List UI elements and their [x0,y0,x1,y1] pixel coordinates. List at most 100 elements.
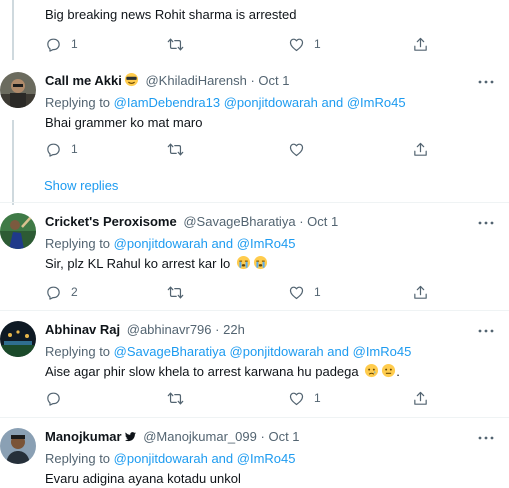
mention-link[interactable]: @SavageBharatiya [114,344,226,359]
tweet[interactable]: Abhinav Raj @abhinavr796 · 22h Replying … [0,311,509,417]
more-icon [478,436,494,440]
retweet-icon [167,141,184,158]
more-button[interactable] [477,77,495,87]
retweet-button[interactable] [167,34,193,54]
avatar[interactable] [0,72,36,108]
loudly-crying-emoji-icon [236,255,251,274]
replying-to: Replying to @ponjitdowarah and @ImRo45 [45,450,296,467]
reply-icon [45,390,62,407]
like-count: 1 [314,391,321,405]
loudly-crying-emoji-icon [253,255,268,274]
tweet[interactable]: Call me Akki @KhiladiHarensh · Oct 1 Rep… [0,62,509,202]
username[interactable]: @abhinavr796 [127,322,212,337]
timestamp[interactable]: Oct 1 [268,429,299,444]
more-button[interactable] [477,433,495,443]
like-button[interactable]: 1 [288,282,321,302]
tweet-text: Big breaking news Rohit sharma is arrest… [45,7,297,22]
separator-dot: · [260,429,265,444]
mention-link[interactable]: @ImRo45 [353,344,412,359]
share-button[interactable] [412,388,429,408]
reply-count: 1 [71,142,78,156]
mention-link[interactable]: @ponjitdowarah [230,344,324,359]
share-button[interactable] [412,282,429,302]
mention-link[interactable]: @ponjitdowarah [224,95,318,110]
more-icon [478,221,494,225]
mention-and[interactable]: and [211,236,233,251]
tweet-actions: 2 1 [45,282,435,302]
tweet[interactable]: Cricket's Peroxisome @SavageBharatiya · … [0,203,509,310]
mention-and[interactable]: and [327,344,349,359]
username[interactable]: @Manojkumar_099 [143,429,257,444]
tweet-text: Evaru adigina ayana kotadu unkol [45,471,241,486]
show-replies-link[interactable]: Show replies [44,178,118,193]
tweet[interactable]: Manojkumar @Manojkumar_099 · Oct 1 Reply… [0,418,509,488]
tweet[interactable]: Big breaking news Rohit sharma is arrest… [0,0,509,62]
avatar[interactable] [0,321,36,357]
reply-count: 2 [71,285,78,299]
display-name[interactable]: Abhinav Raj [45,322,120,337]
reply-button[interactable]: 1 [45,34,78,54]
mention-link[interactable]: @ponjitdowarah [114,236,208,251]
heart-icon [288,284,305,301]
username[interactable]: @SavageBharatiya [183,214,295,229]
share-icon [412,36,429,53]
tweet-actions: 1 1 [45,34,435,54]
neutral-face-emoji-icon [381,363,396,382]
like-count: 1 [314,285,321,299]
tweet-text-suffix: . [396,364,400,379]
reply-button[interactable] [45,388,71,408]
share-button[interactable] [412,34,429,54]
reply-button[interactable]: 1 [45,139,78,159]
tweet-text: Bhai grammer ko mat maro [45,115,203,130]
like-count: 1 [314,37,321,51]
tweet-header: Cricket's Peroxisome @SavageBharatiya · … [45,213,338,230]
avatar[interactable] [0,428,36,464]
like-button[interactable]: 1 [288,34,321,54]
mention-and[interactable]: and [211,451,233,466]
like-button[interactable] [288,139,314,159]
timestamp[interactable]: Oct 1 [258,73,289,88]
reply-button[interactable]: 2 [45,282,78,302]
display-name[interactable]: Call me Akki [45,73,122,88]
more-icon [478,80,494,84]
share-icon [412,390,429,407]
avatar[interactable] [0,213,36,249]
separator-dot: · [299,214,304,229]
replying-to-label: Replying to [45,236,111,251]
replying-to-label: Replying to [45,344,111,359]
more-button[interactable] [477,326,495,336]
retweet-button[interactable] [167,282,193,302]
tweet-text-content: Aise agar phir slow khela to arrest karw… [45,364,359,379]
timestamp[interactable]: 22h [223,322,245,337]
mention-link[interactable]: @IamDebendra13 [114,95,220,110]
tweet-header: Manojkumar @Manojkumar_099 · Oct 1 [45,428,300,447]
timestamp[interactable]: Oct 1 [307,214,338,229]
sunglasses-emoji-icon [124,72,139,91]
crying-face-emoji-icon [364,363,379,382]
mention-link[interactable]: @ImRo45 [237,451,296,466]
mention-link[interactable]: @ImRo45 [347,95,406,110]
display-name[interactable]: Cricket's Peroxisome [45,214,177,229]
heart-icon [288,390,305,407]
more-button[interactable] [477,218,495,228]
tweet-header: Call me Akki @KhiladiHarensh · Oct 1 [45,72,290,91]
retweet-button[interactable] [167,139,193,159]
username[interactable]: @KhiladiHarensh [145,73,246,88]
tweet-text: Sir, plz KL Rahul ko arrest kar lo [45,255,268,274]
mention-link[interactable]: @ponjitdowarah [114,451,208,466]
separator-dot: · [250,73,255,88]
share-icon [412,284,429,301]
replying-to-label: Replying to [45,95,111,110]
like-button[interactable]: 1 [288,388,321,408]
mention-and[interactable]: and [322,95,344,110]
reply-icon [45,284,62,301]
tweet-text: Aise agar phir slow khela to arrest karw… [45,363,400,382]
share-button[interactable] [412,139,429,159]
more-icon [478,329,494,333]
display-name[interactable]: Manojkumar [45,429,122,444]
separator-dot: · [215,322,220,337]
retweet-button[interactable] [167,388,193,408]
mention-link[interactable]: @ImRo45 [237,236,296,251]
tweet-text-content: Sir, plz KL Rahul ko arrest kar lo [45,256,231,271]
replying-to-label: Replying to [45,451,111,466]
